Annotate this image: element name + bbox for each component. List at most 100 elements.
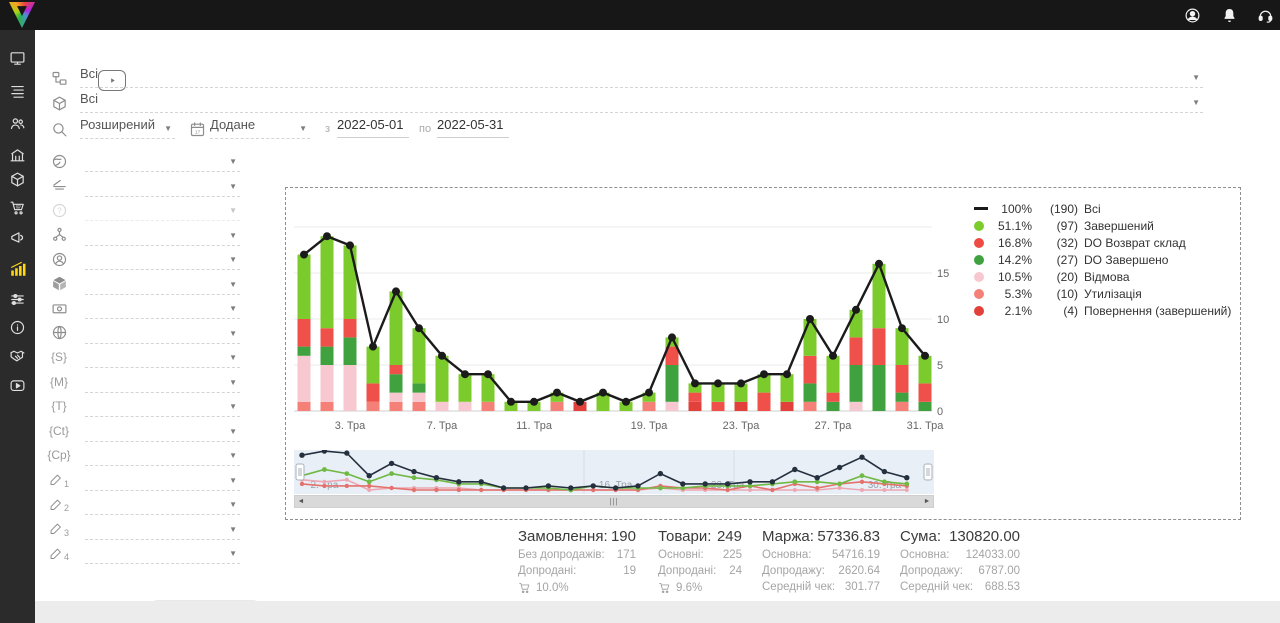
- money-icon: [49, 298, 69, 318]
- pencil4-icon: 4: [49, 543, 69, 563]
- legend-item[interactable]: 14.2%(27)DO Завершено: [974, 251, 1236, 268]
- pencil2-select[interactable]: ▼: [85, 493, 240, 515]
- ct-select[interactable]: ▼: [85, 420, 240, 442]
- legend-swatch-icon: [974, 306, 990, 316]
- date-from-input[interactable]: 2022-05-01: [337, 117, 409, 138]
- chevron-down-icon: ▼: [229, 402, 237, 411]
- stat-row: Середній чек:301.77: [762, 581, 880, 593]
- app-logo[interactable]: [9, 2, 35, 28]
- legend-item[interactable]: 2.1%(4)Повернення (завершений): [974, 302, 1236, 319]
- cp-select[interactable]: ▼: [85, 444, 240, 466]
- pencil3-icon: 3: [49, 519, 69, 539]
- stat-row: Допродажу:2620.64: [762, 565, 880, 577]
- svg-text:?: ?: [57, 206, 62, 215]
- svg-text:@: @: [16, 203, 21, 209]
- date-field-select[interactable]: Додане ▼: [210, 117, 310, 139]
- tree-icon: [49, 68, 69, 88]
- date-to-input[interactable]: 2022-05-31: [437, 117, 509, 138]
- search-mode-select[interactable]: Розширений ▼: [80, 117, 175, 139]
- sidebar-item-info-icon[interactable]: [0, 314, 35, 340]
- navigator-left-handle: [296, 464, 304, 480]
- chevron-down-icon: ▼: [229, 525, 237, 534]
- headset-icon[interactable]: [1252, 2, 1278, 28]
- scroll-left-icon[interactable]: ◄: [295, 496, 307, 507]
- product-filter-select[interactable]: Всі ▼: [80, 91, 1203, 113]
- pencil2-icon: 2: [49, 494, 69, 514]
- globe-select[interactable]: ▼: [85, 150, 240, 172]
- stat-column: Маржа:57336.83Основна:54716.19Допродажу:…: [762, 528, 880, 593]
- pencil1-select[interactable]: ▼: [85, 469, 240, 491]
- footer-strip: [35, 601, 1280, 623]
- legend-item[interactable]: 51.1%(97)Завершений: [974, 217, 1236, 234]
- user-circle-icon: [49, 249, 69, 269]
- sidebar-item-list-icon[interactable]: [0, 78, 35, 104]
- web-icon: [49, 323, 69, 343]
- sidebar-item-package-icon[interactable]: [0, 166, 35, 192]
- sidebar-item-chart-icon[interactable]: [0, 256, 35, 282]
- cube-select[interactable]: ▼: [85, 273, 240, 295]
- cart-icon: [658, 581, 672, 594]
- pencil3-select[interactable]: ▼: [85, 518, 240, 540]
- chevron-down-icon: ▼: [1192, 98, 1200, 107]
- scroll-right-icon[interactable]: ►: [921, 496, 933, 507]
- chart-scrollbar[interactable]: ◄ ||| ►: [294, 495, 934, 508]
- layers-select[interactable]: ▼: [85, 175, 240, 197]
- hierarchy-icon: [49, 225, 69, 245]
- sidebar-item-sliders-icon[interactable]: [0, 286, 35, 312]
- chevron-down-icon: ▼: [229, 280, 237, 289]
- topbar: [0, 0, 1280, 30]
- scroll-grip[interactable]: |||: [609, 496, 618, 507]
- chevron-down-icon: ▼: [229, 329, 237, 338]
- stat-column: Товари:249Основні:225Допродані:249.6%: [658, 528, 742, 594]
- orders-stacked-chart[interactable]: 0510153. Тра7. Тра11. Тра19. Тра23. Тра2…: [286, 188, 958, 440]
- svg-text:5: 5: [937, 360, 943, 372]
- svg-text:10: 10: [937, 314, 949, 326]
- chevron-down-icon: ▼: [229, 353, 237, 362]
- sidebar-item-monitor-icon[interactable]: [0, 45, 35, 71]
- stat-row: Середній чек:688.53: [900, 581, 1020, 593]
- legend-item[interactable]: 5.3%(10)Утилізація: [974, 285, 1236, 302]
- user-circle-select[interactable]: ▼: [85, 248, 240, 270]
- legend-item[interactable]: 16.8%(32)DO Возврат склад: [974, 234, 1236, 251]
- globe-icon: [49, 151, 69, 171]
- stat-title: Товари:249: [658, 528, 742, 545]
- stat-title: Замовлення:190: [518, 528, 636, 545]
- stat-row: Основна:54716.19: [762, 549, 880, 561]
- money-select[interactable]: ▼: [85, 297, 240, 319]
- chevron-down-icon: ▼: [229, 500, 237, 509]
- m-icon: {M}: [49, 372, 69, 392]
- main-content: Всі ▼ Всі ▼ Розширений ▼ 17 Додане ▼ з 2…: [35, 30, 1280, 601]
- sidebar-item-cart-at-icon[interactable]: @: [0, 194, 35, 220]
- sidebar-item-store-icon[interactable]: [0, 142, 35, 168]
- chevron-down-icon: ▼: [229, 157, 237, 166]
- hierarchy-select[interactable]: ▼: [85, 224, 240, 246]
- legend-swatch-icon: [974, 238, 990, 248]
- sidebar-item-video-icon[interactable]: [0, 372, 35, 398]
- chevron-down-icon: ▼: [229, 476, 237, 485]
- s-icon: {S}: [49, 347, 69, 367]
- pencil4-select[interactable]: ▼: [85, 542, 240, 564]
- user-icon[interactable]: [1179, 2, 1205, 28]
- help-select[interactable]: ▼: [85, 199, 240, 221]
- cart-icon: [518, 581, 532, 594]
- sidebar-item-handshake-icon[interactable]: [0, 342, 35, 368]
- chart-panel: 0510153. Тра7. Тра11. Тра19. Тра23. Тра2…: [285, 187, 1241, 520]
- svg-text:19. Тра: 19. Тра: [631, 420, 669, 432]
- layers-icon: [49, 176, 69, 196]
- m-select[interactable]: ▼: [85, 371, 240, 393]
- s-select[interactable]: ▼: [85, 346, 240, 368]
- stat-row: Допродані:19: [518, 565, 636, 577]
- legend-item[interactable]: 100%(190)Всі: [974, 200, 1236, 217]
- t-select[interactable]: ▼: [85, 395, 240, 417]
- chevron-down-icon: ▼: [229, 255, 237, 264]
- sidebar-item-megaphone-icon[interactable]: [0, 224, 35, 250]
- chevron-down-icon: ▼: [229, 549, 237, 558]
- bell-icon[interactable]: [1216, 2, 1242, 28]
- svg-text:23. Тра: 23. Тра: [723, 420, 761, 432]
- web-select[interactable]: ▼: [85, 322, 240, 344]
- status-filter-select[interactable]: Всі ▼: [80, 66, 1203, 88]
- sidebar-item-users-icon[interactable]: [0, 110, 35, 136]
- chart-navigator[interactable]: 2. Тра16. Тра23. Тра30. Тра: [294, 450, 934, 494]
- chevron-down-icon: ▼: [229, 231, 237, 240]
- legend-item[interactable]: 10.5%(20)Відмова: [974, 268, 1236, 285]
